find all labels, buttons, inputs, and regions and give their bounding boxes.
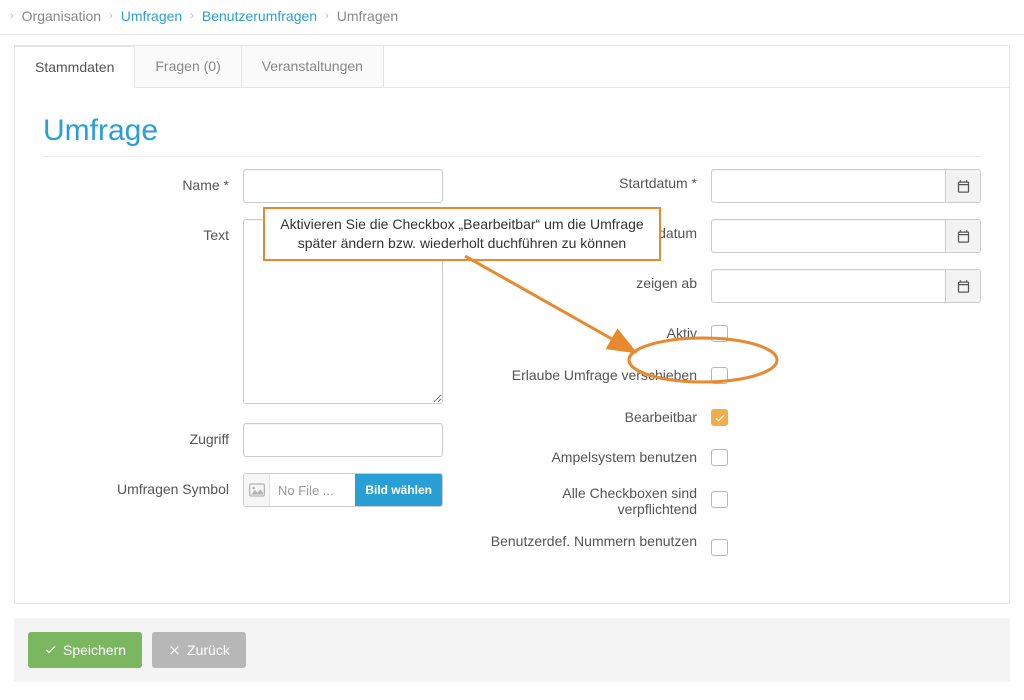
choose-image-button[interactable]: Bild wählen (355, 474, 442, 506)
label-zeigen-ab: zeigen ab (481, 269, 711, 291)
breadcrumb-item-current: Umfragen (337, 8, 398, 24)
chevron-right-icon: › (10, 10, 14, 22)
tabs: Stammdaten Fragen (0) Veranstaltungen (15, 46, 1009, 88)
input-name[interactable] (243, 169, 443, 203)
check-icon (714, 412, 726, 424)
chevron-right-icon: › (325, 10, 329, 22)
close-icon (168, 643, 181, 656)
startdatum-calendar-button[interactable] (945, 169, 981, 203)
calendar-icon (956, 279, 971, 294)
zeigen-ab-calendar-button[interactable] (945, 269, 981, 303)
label-aktiv: Aktiv (481, 319, 711, 341)
checkbox-aktiv[interactable] (711, 325, 728, 342)
breadcrumb-item-organisation: Organisation (22, 8, 101, 24)
chevron-right-icon: › (109, 10, 113, 22)
enddatum-calendar-button[interactable] (945, 219, 981, 253)
action-bar: Speichern Zurück (14, 618, 1010, 682)
breadcrumb-item-umfragen[interactable]: Umfragen (121, 8, 182, 24)
tab-stammdaten[interactable]: Stammdaten (15, 46, 135, 88)
back-button[interactable]: Zurück (152, 632, 246, 668)
checkbox-userdef[interactable] (711, 539, 728, 556)
input-zugriff[interactable] (243, 423, 443, 457)
breadcrumb: › Organisation › Umfragen › Benutzerumfr… (0, 0, 1024, 35)
form-left-col: Name * Text Zugriff (43, 169, 481, 575)
page-title: Umfrage (43, 114, 981, 157)
check-icon (44, 643, 57, 656)
breadcrumb-item-benutzerumfragen[interactable]: Benutzerumfragen (202, 8, 317, 24)
label-userdef: Benutzerdef. Nummern benutzen (481, 533, 711, 549)
label-verschieben: Erlaube Umfrage verschieben (481, 361, 711, 383)
image-placeholder-icon (244, 474, 270, 506)
label-name: Name * (43, 169, 243, 193)
main-panel: Stammdaten Fragen (0) Veranstaltungen Um… (14, 45, 1010, 604)
back-button-label: Zurück (187, 642, 230, 658)
checkbox-bearbeitbar[interactable] (711, 409, 728, 426)
checkbox-ampelsystem[interactable] (711, 449, 728, 466)
calendar-icon (956, 179, 971, 194)
panel-body: Umfrage Name * Text Zugriff (15, 88, 1009, 603)
label-startdatum: Startdatum * (481, 169, 711, 191)
label-mandatory: Alle Checkboxen sind verpflichtend (481, 485, 711, 517)
save-button-label: Speichern (63, 642, 126, 658)
label-enddatum: Enddatum (481, 219, 711, 241)
checkbox-mandatory[interactable] (711, 491, 728, 508)
label-zugriff: Zugriff (43, 423, 243, 447)
calendar-icon (956, 229, 971, 244)
input-enddatum[interactable] (711, 219, 945, 253)
input-startdatum[interactable] (711, 169, 945, 203)
file-picker[interactable]: No File ... Bild wählen (243, 473, 443, 507)
label-bearbeitbar: Bearbeitbar (481, 403, 711, 425)
label-ampelsystem: Ampelsystem benutzen (481, 443, 711, 465)
textarea-text[interactable] (243, 219, 443, 404)
label-text: Text (43, 219, 243, 243)
checkbox-verschieben[interactable] (711, 367, 728, 384)
file-name: No File ... (270, 483, 355, 498)
save-button[interactable]: Speichern (28, 632, 142, 668)
label-umfragen-symbol: Umfragen Symbol (43, 473, 243, 497)
tab-veranstaltungen[interactable]: Veranstaltungen (242, 46, 384, 87)
tab-fragen[interactable]: Fragen (0) (135, 46, 241, 87)
form-right-col: Startdatum * Enddatum (481, 169, 981, 575)
input-zeigen-ab[interactable] (711, 269, 945, 303)
chevron-right-icon: › (190, 10, 194, 22)
